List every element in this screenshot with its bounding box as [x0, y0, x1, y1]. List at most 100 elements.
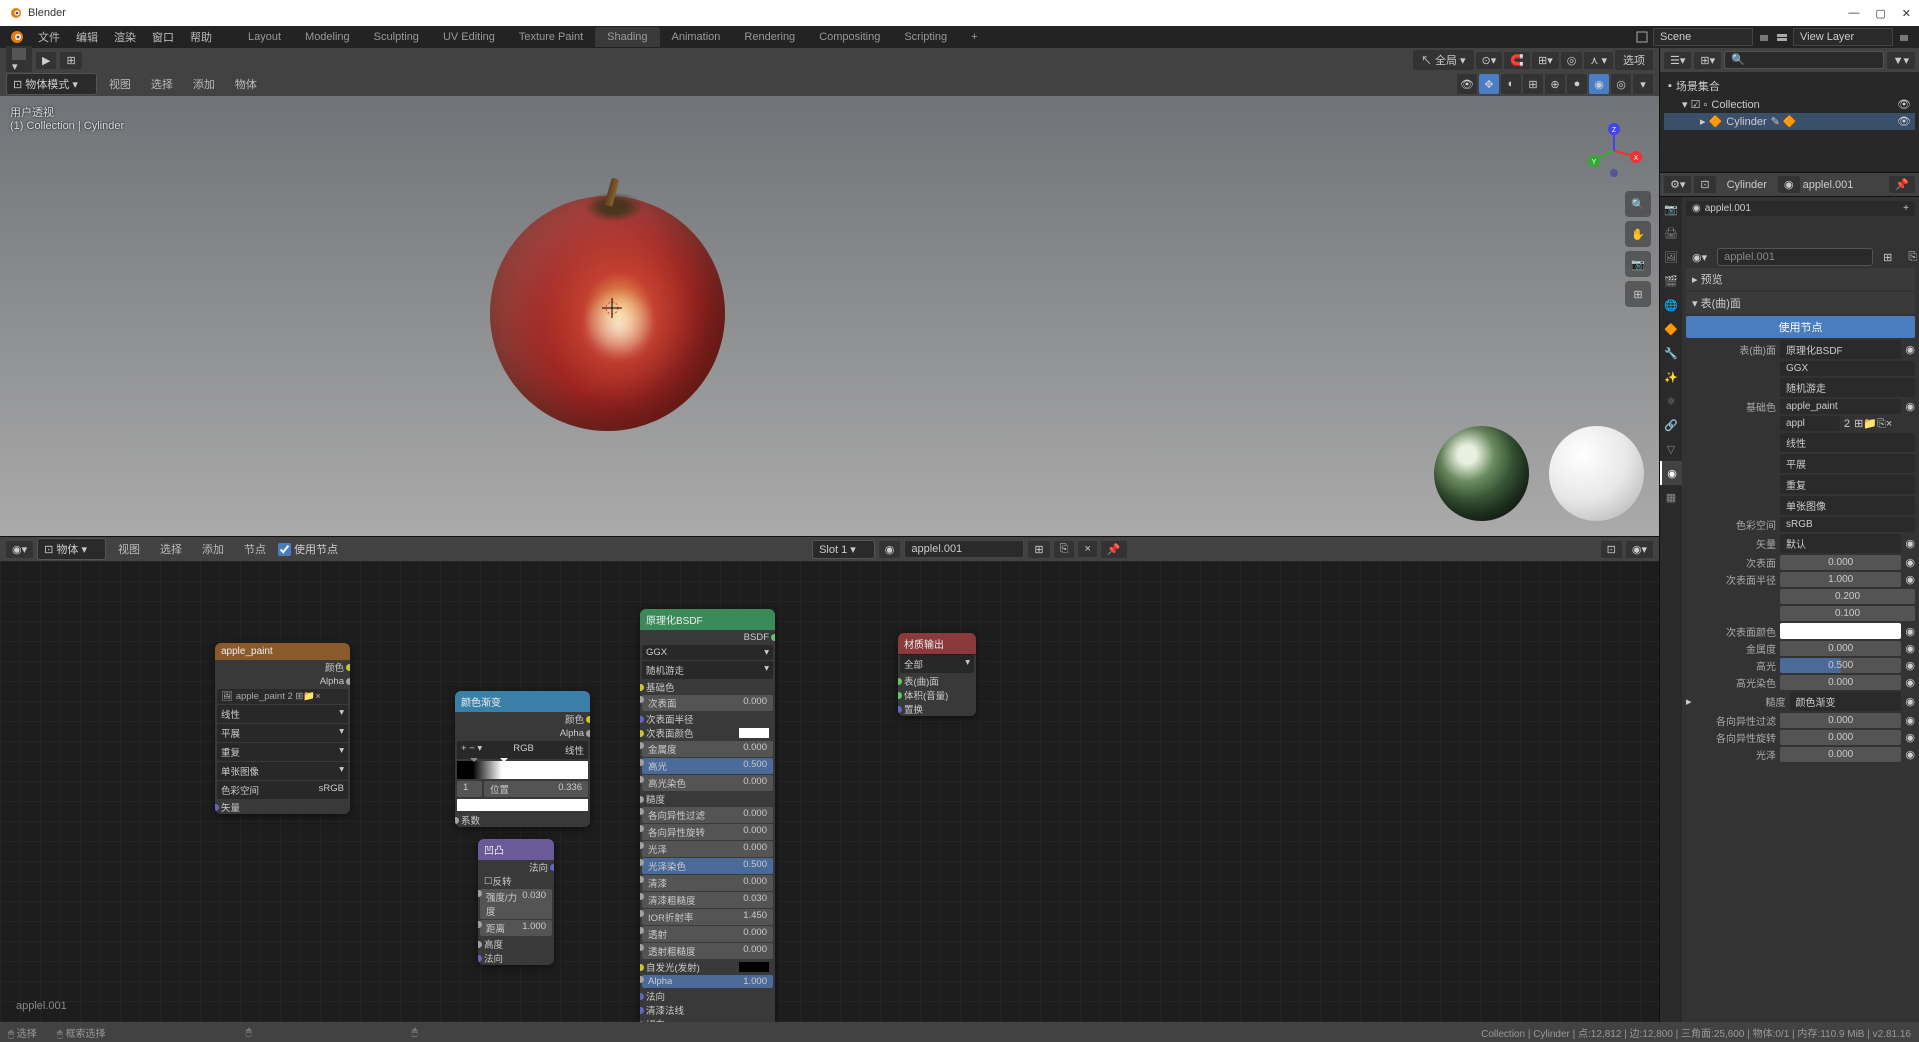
- proportional-options[interactable]: ⋏ ▾: [1584, 52, 1613, 69]
- ramp-mode[interactable]: + − ▾RGB线性: [457, 741, 588, 759]
- tab-modeling[interactable]: Modeling: [293, 27, 362, 47]
- close-button[interactable]: ✕: [1902, 7, 1911, 20]
- tab-render-icon[interactable]: 📷: [1660, 197, 1682, 221]
- vec-select[interactable]: 默认: [1780, 534, 1901, 553]
- minimize-button[interactable]: —: [1848, 7, 1859, 20]
- imgtex-source[interactable]: 单张图像▾: [217, 762, 348, 780]
- bsdf-aniso[interactable]: 各向异性过滤0.000: [642, 807, 773, 823]
- gizmo-icon[interactable]: ✥: [1479, 74, 1499, 94]
- mat-name-field[interactable]: [1717, 248, 1873, 266]
- viewlayer-browse-icon[interactable]: [1897, 30, 1911, 44]
- pan-tool-icon[interactable]: ✋: [1625, 221, 1651, 247]
- ne-node-menu[interactable]: 节点: [236, 538, 274, 560]
- material-pin-icon[interactable]: 📌: [1101, 541, 1127, 558]
- menu-window[interactable]: 窗口: [144, 26, 182, 48]
- output-header[interactable]: 材质输出: [898, 633, 976, 654]
- properties-content[interactable]: ◉ applel.001+ ◉▾ ⊞⎘× ▼▾ ▸ 预览 ▾ 表(曲)面 使用节…: [1682, 197, 1919, 1022]
- use-nodes-checkbox[interactable]: 使用节点: [278, 541, 338, 557]
- nav-gizmo[interactable]: X Y Z: [1584, 121, 1644, 181]
- subsurf-color[interactable]: [1780, 623, 1901, 639]
- bsdf-metallic[interactable]: 金属度0.000: [642, 741, 773, 757]
- props-pin-icon[interactable]: 📌: [1889, 176, 1915, 193]
- aniso-r-value[interactable]: 0.000: [1780, 730, 1901, 745]
- interp-select[interactable]: 线性: [1780, 433, 1915, 452]
- tab-scene-icon[interactable]: 🎬: [1660, 269, 1682, 293]
- bump-height-in[interactable]: 高度: [478, 937, 554, 951]
- image-texture-node[interactable]: apple_paint 颜色 Alpha 🖼 apple_paint 2 ⊞📁×…: [215, 643, 350, 814]
- preview-section[interactable]: ▸ 预览: [1686, 268, 1915, 290]
- outliner-search[interactable]: [1724, 51, 1883, 69]
- ol-scene-collection[interactable]: ▪ 场景集合: [1664, 76, 1915, 96]
- bump-invert[interactable]: ☐ 反转: [478, 874, 554, 888]
- editor-type-button[interactable]: ▾: [6, 46, 32, 75]
- ne-mode-select[interactable]: ⊡ 物体 ▾: [37, 538, 106, 560]
- surface-section[interactable]: ▾ 表(曲)面: [1686, 292, 1915, 314]
- perspective-tool-icon[interactable]: ⊞: [1625, 281, 1651, 307]
- imgtex-image-select[interactable]: 🖼 apple_paint 2 ⊞📁×: [217, 689, 348, 704]
- imgtex-colorspace[interactable]: 色彩空间sRGB: [217, 781, 348, 799]
- surface-shader[interactable]: 原理化BSDF: [1780, 340, 1901, 359]
- material-name-input[interactable]: [904, 540, 1024, 558]
- ssr2[interactable]: 0.200: [1780, 589, 1915, 604]
- tab-particles-icon[interactable]: ✨: [1660, 365, 1682, 389]
- vp-add-menu[interactable]: 添加: [185, 73, 223, 95]
- ramp-pos[interactable]: 位置0.336: [484, 781, 588, 797]
- cs-select[interactable]: sRGB: [1780, 517, 1915, 532]
- bsdf-ior[interactable]: IOR折射率1.450: [642, 909, 773, 925]
- outliner-type-icon[interactable]: ☰▾: [1664, 52, 1691, 69]
- tab-scripting[interactable]: Scripting: [892, 27, 959, 47]
- tab-rendering[interactable]: Rendering: [732, 27, 807, 47]
- maximize-button[interactable]: ▢: [1875, 7, 1885, 20]
- tab-shading[interactable]: Shading: [595, 27, 659, 47]
- mat-copy-icon[interactable]: ⎘: [1902, 249, 1919, 266]
- scene-name-input[interactable]: [1653, 28, 1753, 46]
- tab-viewlayer-icon[interactable]: 🖼: [1660, 245, 1682, 269]
- output-surface-in[interactable]: 表(曲)面: [898, 674, 976, 688]
- tab-texture-icon[interactable]: ▦: [1660, 485, 1682, 509]
- tab-modifier-icon[interactable]: 🔧: [1660, 341, 1682, 365]
- scene-browse-icon[interactable]: [1757, 30, 1771, 44]
- ramp-fac-in[interactable]: 系数: [455, 813, 590, 827]
- tab-output-icon[interactable]: 🖨: [1660, 221, 1682, 245]
- zoom-tool-icon[interactable]: 🔍: [1625, 191, 1651, 217]
- toolbar-toggle[interactable]: ⊞: [60, 52, 81, 69]
- vp-object-menu[interactable]: 物体: [227, 73, 265, 95]
- bsdf-base-in[interactable]: 基础色: [640, 680, 775, 694]
- menu-help[interactable]: 帮助: [182, 26, 220, 48]
- bsdf-spectint[interactable]: 高光染色0.000: [642, 775, 773, 791]
- vp-view-menu[interactable]: 视图: [101, 73, 139, 95]
- ne-backdrop-icon[interactable]: ⊡: [1601, 541, 1622, 558]
- tab-object-icon[interactable]: 🔶: [1660, 317, 1682, 341]
- bsdf-alpha[interactable]: Alpha1.000: [642, 975, 773, 988]
- ne-editor-type[interactable]: ◉▾: [6, 541, 33, 558]
- bsdf-out[interactable]: BSDF: [640, 630, 775, 644]
- ol-collection[interactable]: ▾ ☑ ▫ Collection👁: [1664, 96, 1915, 113]
- subsurf-value[interactable]: 0.000: [1780, 555, 1901, 570]
- aniso-value[interactable]: 0.000: [1780, 713, 1901, 728]
- menu-render[interactable]: 渲染: [106, 26, 144, 48]
- sss-select[interactable]: 随机游走: [1780, 378, 1915, 397]
- imgtex-proj[interactable]: 平展▾: [217, 724, 348, 742]
- bsdf-sheen[interactable]: 光泽0.000: [642, 841, 773, 857]
- menu-file[interactable]: 文件: [30, 26, 68, 48]
- sheen-value[interactable]: 0.000: [1780, 747, 1901, 762]
- vp-select-menu[interactable]: 选择: [143, 73, 181, 95]
- shade-wire-icon[interactable]: ⊕: [1545, 74, 1565, 94]
- tab-animation[interactable]: Animation: [660, 27, 733, 47]
- bsdf-clearcoat[interactable]: 清漆0.000: [642, 875, 773, 891]
- tab-texture[interactable]: Texture Paint: [507, 27, 595, 47]
- bump-distance[interactable]: 距离1.000: [480, 920, 552, 936]
- imgtex-interp[interactable]: 线性▾: [217, 705, 348, 723]
- options-dropdown[interactable]: 选项: [1615, 50, 1653, 70]
- use-nodes-button[interactable]: 使用节点: [1686, 316, 1915, 338]
- source-select[interactable]: 单张图像: [1780, 496, 1915, 515]
- material-copy-icon[interactable]: ⎘: [1054, 541, 1075, 558]
- ssr1[interactable]: 1.000: [1780, 572, 1901, 587]
- ne-select-menu[interactable]: 选择: [152, 538, 190, 560]
- bsdf-aniso-r[interactable]: 各向异性旋转0.000: [642, 824, 773, 840]
- tab-constraints-icon[interactable]: 🔗: [1660, 413, 1682, 437]
- material-browse-icon[interactable]: ◉: [879, 541, 901, 558]
- metallic-value[interactable]: 0.000: [1780, 641, 1901, 656]
- bsdf-subsurf[interactable]: 次表面0.000: [642, 695, 773, 711]
- viewlayer-input[interactable]: [1793, 28, 1893, 46]
